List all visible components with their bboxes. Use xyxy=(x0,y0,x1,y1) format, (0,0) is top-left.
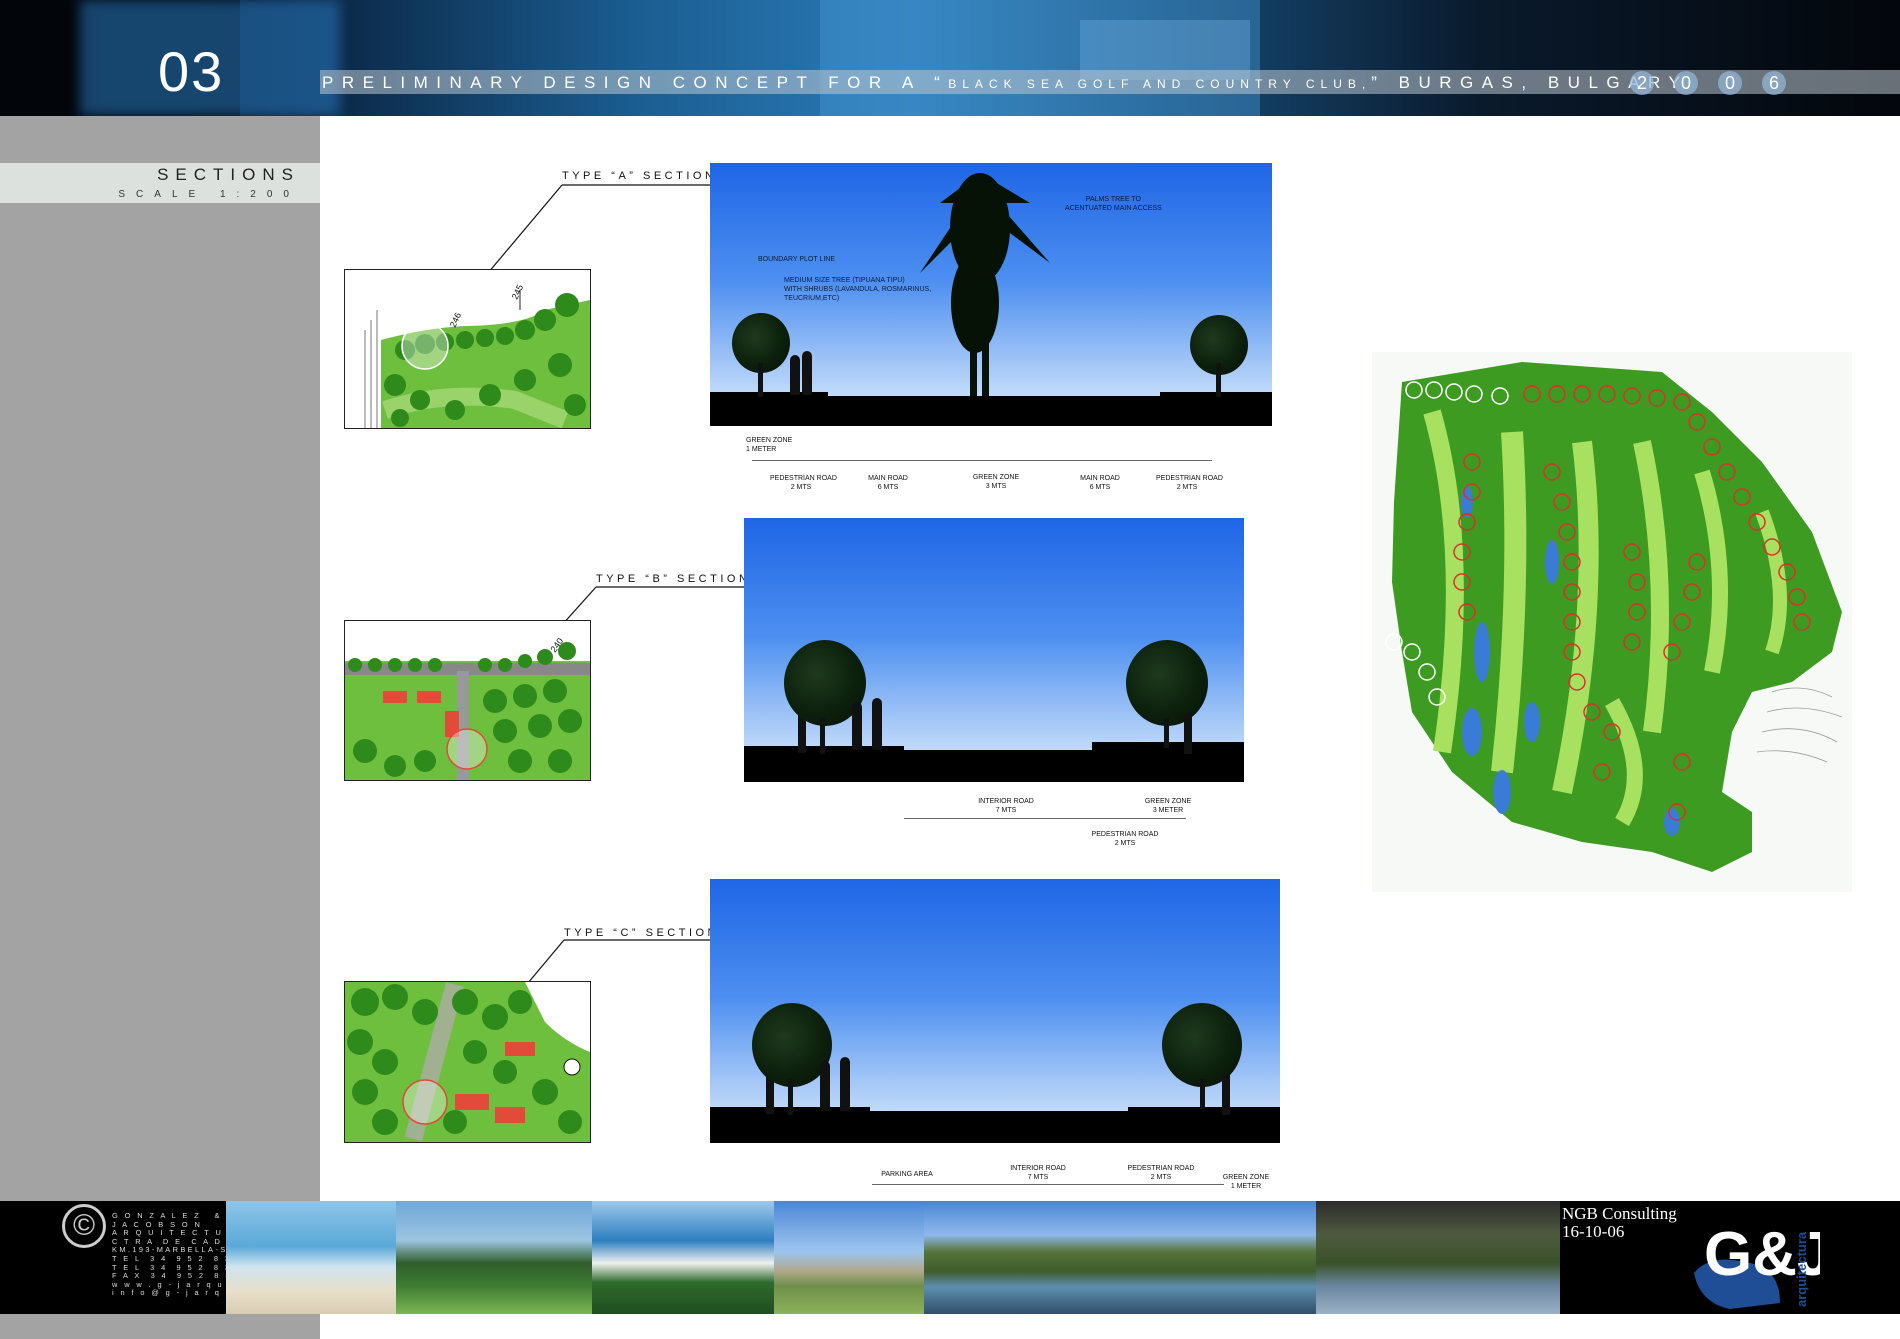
ground xyxy=(710,396,1272,426)
plan-b-drawing: 240 xyxy=(345,621,590,780)
logo-subtitle: arquitectura xyxy=(1794,1231,1809,1307)
person-silhouette xyxy=(852,702,862,750)
tree-right xyxy=(1126,640,1208,726)
section-a-label: TYPE “A” SECTION xyxy=(562,170,717,182)
photo-beach xyxy=(226,1201,396,1314)
dim-a-pedestrian-road: PEDESTRIAN ROAD 2 MTS xyxy=(770,475,837,491)
dimension-line-b xyxy=(904,818,1186,819)
dimension-line-c xyxy=(872,1184,1224,1185)
sidebar-bottom xyxy=(0,1314,320,1339)
person-silhouette xyxy=(802,351,812,395)
golf-masterplan xyxy=(1372,352,1852,892)
section-b-plan-thumbnail: 240 xyxy=(344,620,591,781)
note-palms: PALMS TREE TO ACENTUATED MAIN ACCESS xyxy=(1065,196,1162,212)
document-date: 16-10-06 xyxy=(1562,1222,1625,1241)
plan-a-drawing: 246 245 xyxy=(345,270,590,428)
dim-b-pedestrian-road: PEDESTRIAN ROAD 2 MTS xyxy=(1091,831,1159,847)
dim-c-green-zone: GREEN ZONE 1 METER xyxy=(1222,1174,1270,1190)
section-c-label: TYPE “C” SECTION xyxy=(564,927,720,939)
section-b-elevation xyxy=(744,518,1244,782)
dim-a-green-zone-center: GREEN ZONE 3 MTS xyxy=(972,474,1020,490)
dim-a-main-road-2: MAIN ROAD 6 MTS xyxy=(1080,475,1120,491)
section-b-label: TYPE “B” SECTION xyxy=(596,573,751,585)
ground xyxy=(744,750,1244,782)
dim-b-green-zone: GREEN ZONE 3 METER xyxy=(1144,798,1192,814)
section-a-plan-thumbnail: 246 245 xyxy=(344,269,591,429)
section-c-elevation xyxy=(710,879,1280,1143)
copyright-icon: © xyxy=(62,1204,106,1248)
palm-tree-silhouette xyxy=(920,173,1050,396)
photo-hillside-houses xyxy=(774,1201,924,1314)
note-boundary: BOUNDARY PLOT LINE xyxy=(758,256,836,263)
consultant-name: NGB Consulting xyxy=(1562,1204,1677,1223)
photo-golf-course xyxy=(396,1201,592,1314)
consultant-info: NGB Consulting 16-10-06 xyxy=(1562,1205,1677,1241)
tree-right xyxy=(1162,1003,1242,1087)
note-medium-tree: MEDIUM SIZE TREE (TIPUANA TIPU) WITH SHR… xyxy=(784,277,932,302)
dimension-line-a xyxy=(752,460,1212,461)
dim-b-interior-road: INTERIOR ROAD 7 MTS xyxy=(978,798,1034,814)
person-silhouette xyxy=(820,1061,830,1111)
dim-c-pedestrian-road: PEDESTRIAN ROAD 2 MTS xyxy=(1127,1165,1195,1181)
dim-c-parking-area: PARKING AREA xyxy=(881,1171,933,1178)
photo-villas xyxy=(1316,1201,1560,1314)
person-silhouette xyxy=(872,698,882,750)
ground xyxy=(710,1111,1280,1143)
photo-coastal-town xyxy=(592,1201,774,1314)
dim-a-main-road: MAIN ROAD 6 MTS xyxy=(868,475,908,491)
person-silhouette xyxy=(840,1057,850,1111)
plan-c-drawing xyxy=(345,982,590,1142)
dim-a-green-zone: GREEN ZONE 1 METER xyxy=(746,437,793,453)
dim-c-interior-road: INTERIOR ROAD 7 MTS xyxy=(1010,1165,1066,1181)
section-a-elevation: PALMS TREE TO ACENTUATED MAIN ACCESS BOU… xyxy=(710,163,1272,426)
photo-lake-panorama xyxy=(924,1201,1316,1314)
person-silhouette xyxy=(790,355,800,395)
dim-a-pedestrian-road-2: PEDESTRIAN ROAD 2 MTS xyxy=(1156,475,1223,491)
section-c-plan-thumbnail xyxy=(344,981,591,1143)
gj-arquitectura-logo: G&J arquitectura xyxy=(1694,1220,1820,1309)
